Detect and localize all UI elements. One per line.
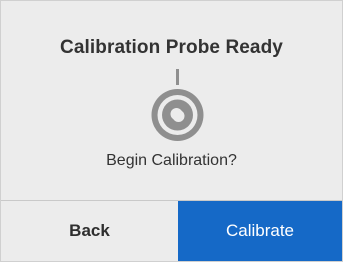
dialog-question: Begin Calibration? bbox=[106, 152, 237, 169]
dialog-body: Calibration Probe Ready Begin Calibratio… bbox=[1, 1, 342, 200]
calibration-probe-icon bbox=[147, 69, 209, 145]
dialog-title: Calibration Probe Ready bbox=[60, 37, 283, 58]
calibrate-button[interactable]: Calibrate bbox=[178, 201, 342, 261]
calibration-dialog: Calibration Probe Ready Begin Calibratio… bbox=[0, 0, 343, 262]
back-button[interactable]: Back bbox=[1, 201, 178, 261]
